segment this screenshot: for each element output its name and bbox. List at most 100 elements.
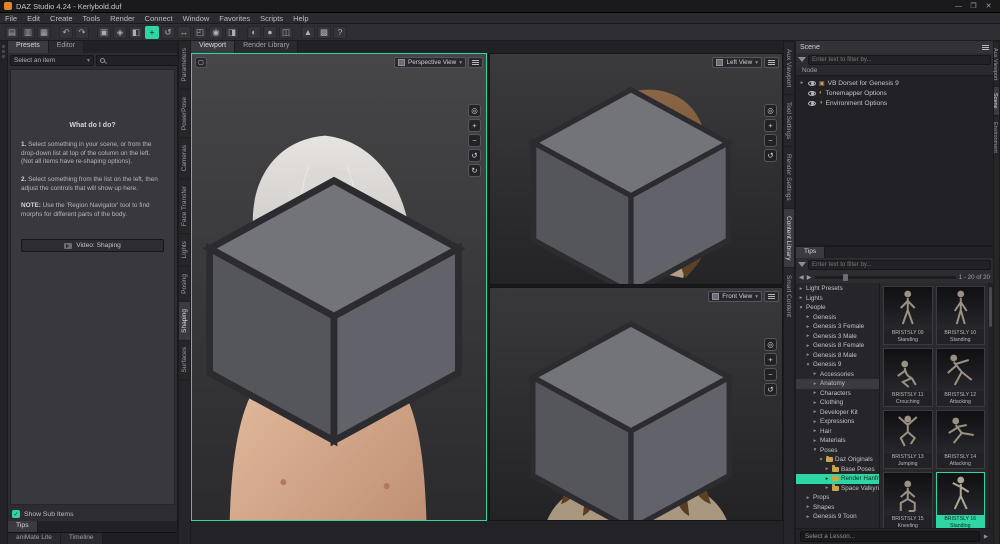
tree-item[interactable]: ▸ Characters bbox=[796, 389, 879, 399]
pose-thumbnail[interactable]: BRISTSLY 14 Attacking bbox=[935, 410, 985, 469]
scene-filter-input[interactable] bbox=[808, 54, 991, 65]
tree-item[interactable]: ▾ Poses bbox=[796, 446, 879, 456]
perspective-viewport[interactable]: ▢ Perspective View ▾ ◎ + − ↺ ↻ bbox=[191, 53, 487, 521]
tree-item[interactable]: ▸ Genesis 9 Toon bbox=[796, 512, 879, 522]
universal-tool-icon[interactable]: + bbox=[145, 25, 159, 39]
menu-connect[interactable]: Connect bbox=[140, 14, 178, 23]
menu-favorites[interactable]: Favorites bbox=[214, 14, 255, 23]
minimize-button[interactable]: — bbox=[951, 3, 966, 10]
show-sub-items-checkbox[interactable]: ✓ bbox=[12, 510, 20, 518]
rotate-view-icon[interactable]: ↻ bbox=[468, 164, 481, 177]
item-selector-dropdown[interactable]: Select an item ▾ bbox=[10, 54, 94, 66]
view-cube[interactable] bbox=[489, 306, 777, 521]
pose-thumbnail[interactable]: BRISTSLY 10 Standing bbox=[935, 286, 985, 345]
tree-item[interactable]: ▸ Expressions bbox=[796, 417, 879, 427]
video-shaping-button[interactable]: Video: Shaping bbox=[21, 239, 164, 253]
spot-render-tool-icon[interactable]: ◐ bbox=[247, 25, 261, 39]
tree-item[interactable]: ▸ Genesis bbox=[796, 313, 879, 323]
frame-icon[interactable]: ◎ bbox=[764, 104, 777, 117]
thumb-size-slider[interactable] bbox=[814, 273, 956, 281]
view-selector[interactable]: Left View ▾ bbox=[712, 57, 762, 68]
tab-tips[interactable]: Tips bbox=[796, 247, 826, 258]
menu-create[interactable]: Create bbox=[45, 14, 78, 23]
scene-node[interactable]: ◐ Tonemapper Options bbox=[796, 88, 993, 98]
tab-aux-viewport-outer[interactable]: Aux Viewport bbox=[992, 41, 999, 86]
pose-thumbnail[interactable]: BRISTSLY 13 Jumping bbox=[883, 410, 933, 469]
tree-item[interactable]: ▸ Light Presets bbox=[796, 284, 879, 294]
pose-thumbnail-selected[interactable]: BRISTSLY 16 Standing bbox=[935, 472, 985, 528]
tab-viewport[interactable]: Viewport bbox=[191, 41, 236, 53]
tree-item[interactable]: ▸ Genesis 3 Female bbox=[796, 322, 879, 332]
tree-item[interactable]: ▸ Accessories bbox=[796, 370, 879, 380]
scene-column-header[interactable]: Node bbox=[802, 67, 817, 74]
visibility-eye-icon[interactable] bbox=[808, 90, 816, 96]
page-forward-icon[interactable]: ▶ bbox=[807, 274, 812, 281]
view-selector[interactable]: Perspective View ▾ bbox=[394, 57, 466, 68]
zoom-in-icon[interactable]: + bbox=[468, 119, 481, 132]
menu-window[interactable]: Window bbox=[178, 14, 215, 23]
tree-item[interactable]: ▸ Lights bbox=[796, 294, 879, 304]
pose-thumbnail[interactable]: BRISTSLY 15 Kneeling bbox=[883, 472, 933, 528]
orbit-icon[interactable]: ↺ bbox=[764, 149, 777, 162]
tree-item[interactable]: ▾ Daz Originals bbox=[796, 455, 879, 465]
zoom-out-icon[interactable]: − bbox=[764, 368, 777, 381]
surface-selection-tool-icon[interactable]: ◨ bbox=[225, 25, 239, 39]
tab-parameters[interactable]: Parameters bbox=[179, 41, 190, 90]
translate-tool-icon[interactable]: ↔ bbox=[177, 25, 191, 39]
menu-render[interactable]: Render bbox=[105, 14, 140, 23]
tree-item[interactable]: ▸ Space Valkyrie bbox=[796, 484, 879, 494]
smart-content-icon[interactable]: ▩ bbox=[317, 25, 331, 39]
visibility-eye-icon[interactable] bbox=[808, 100, 816, 106]
lesson-selector[interactable]: Select a Lesson... bbox=[800, 531, 980, 542]
visibility-eye-icon[interactable] bbox=[808, 80, 816, 86]
tab-presets[interactable]: Presets bbox=[8, 41, 49, 53]
tree-item[interactable]: ▸ Hair bbox=[796, 427, 879, 437]
panel-menu-icon[interactable] bbox=[982, 44, 989, 50]
orbit-icon[interactable]: ↺ bbox=[468, 149, 481, 162]
tab-posing[interactable]: Posing bbox=[179, 266, 190, 302]
tree-item[interactable]: ▸ Shapes bbox=[796, 503, 879, 513]
help-icon[interactable]: ? bbox=[333, 25, 347, 39]
pose-thumbnail[interactable]: BRISTSLY 09 Standing bbox=[883, 286, 933, 345]
close-button[interactable]: ✕ bbox=[981, 2, 996, 10]
save-file-icon[interactable]: ▦ bbox=[37, 25, 51, 39]
tab-smart-content[interactable]: Smart Content bbox=[784, 267, 794, 324]
view-cube[interactable] bbox=[489, 72, 777, 285]
viewport-options-icon[interactable]: ▢ bbox=[195, 57, 207, 68]
tree-item-selected[interactable]: ▸ Render Hanfre bbox=[796, 474, 879, 484]
tree-item[interactable]: ▸ Clothing bbox=[796, 398, 879, 408]
maximize-button[interactable]: ❐ bbox=[966, 2, 981, 10]
tab-content-library[interactable]: Content Library bbox=[784, 208, 794, 268]
viewport-menu-button[interactable] bbox=[764, 291, 779, 302]
page-back-icon[interactable]: ◀ bbox=[799, 274, 804, 281]
active-pose-tool-icon[interactable]: ◉ bbox=[209, 25, 223, 39]
menu-scripts[interactable]: Scripts bbox=[255, 14, 288, 23]
scene-info-icon[interactable]: ▣ bbox=[97, 25, 111, 39]
dock-handle[interactable] bbox=[2, 45, 5, 48]
viewport-menu-button[interactable] bbox=[468, 57, 483, 68]
scale-tool-icon[interactable]: ◰ bbox=[193, 25, 207, 39]
tab-lights[interactable]: Lights bbox=[179, 234, 190, 267]
expand-arrow-icon[interactable]: ▸ bbox=[799, 80, 805, 86]
redo-icon[interactable]: ↷ bbox=[75, 25, 89, 39]
undo-icon[interactable]: ↶ bbox=[59, 25, 73, 39]
aux-viewport-icon[interactable]: ◫ bbox=[279, 25, 293, 39]
tree-item[interactable]: ▾ Genesis 9 bbox=[796, 360, 879, 370]
new-file-icon[interactable]: ▤ bbox=[5, 25, 19, 39]
tree-item[interactable]: ▸ Base Poses bbox=[796, 465, 879, 475]
open-file-icon[interactable]: ▥ bbox=[21, 25, 35, 39]
render-icon[interactable]: ● bbox=[263, 25, 277, 39]
scene-node[interactable]: ▸ ▣ VB Dorset for Genesis 9 bbox=[796, 78, 993, 88]
frame-icon[interactable]: ◎ bbox=[764, 338, 777, 351]
tab-environment[interactable]: Environment bbox=[992, 114, 999, 159]
tab-shaping[interactable]: Shaping bbox=[179, 301, 190, 341]
tree-item[interactable]: ▸ Genesis 8 Male bbox=[796, 351, 879, 361]
tab-scene[interactable]: Scene bbox=[992, 86, 999, 115]
tree-item[interactable]: ▸ Materials bbox=[796, 436, 879, 446]
tree-item[interactable]: ▸ Props bbox=[796, 493, 879, 503]
menu-help[interactable]: Help bbox=[288, 14, 313, 23]
view-cube[interactable] bbox=[191, 72, 481, 521]
front-viewport[interactable]: Front View ▾ ◎ + − ↺ bbox=[489, 287, 783, 521]
tab-render-library[interactable]: Render Library bbox=[235, 41, 299, 53]
rotate-tool-icon[interactable]: ↺ bbox=[161, 25, 175, 39]
